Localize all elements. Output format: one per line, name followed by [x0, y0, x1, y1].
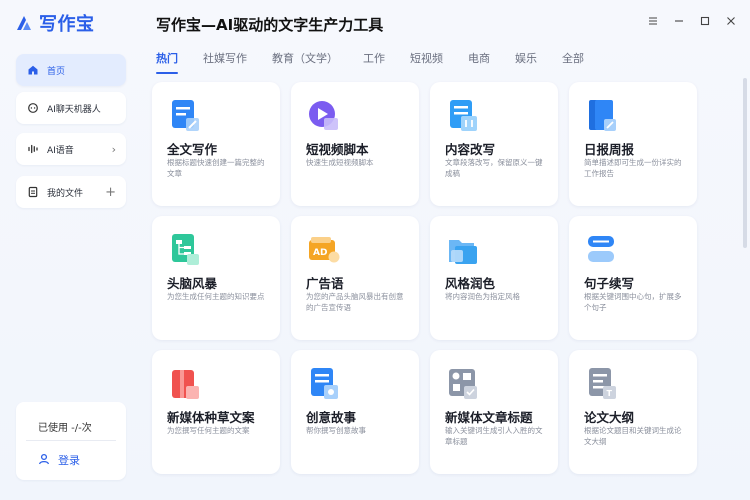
tool-card-title: 全文写作	[167, 142, 218, 157]
tool-card[interactable]: 日报周报 简单描述即可生成一份详实的工作报告	[569, 82, 697, 206]
svg-text:AD: AD	[313, 248, 327, 258]
minimize-icon[interactable]	[672, 14, 686, 28]
title-shapes-icon	[446, 366, 480, 402]
sidebar-item-ai-chat[interactable]: AI聊天机器人	[16, 92, 126, 124]
gift-book-icon	[168, 366, 202, 402]
tool-card[interactable]: 头脑风暴 为您生成任何主题的知识要点	[152, 216, 280, 340]
tool-card[interactable]: 短视频脚本 快速生成短视频脚本	[291, 82, 419, 206]
thesis-outline-icon: T	[585, 366, 619, 402]
scrollbar[interactable]	[743, 78, 747, 248]
document-pen-icon	[168, 98, 202, 134]
mindmap-icon	[168, 232, 202, 268]
tab-all[interactable]: 全部	[562, 50, 584, 74]
rewrite-icon	[446, 98, 480, 134]
folder-style-icon	[446, 232, 480, 268]
voice-wave-icon	[26, 142, 40, 156]
sidebar-item-label: 我的文件	[47, 188, 84, 199]
account-panel: 已使用 -/-次 登录	[16, 402, 126, 480]
home-icon	[26, 63, 40, 77]
tab-hot[interactable]: 热门	[156, 50, 178, 74]
tab-education[interactable]: 教育（文学）	[272, 50, 338, 74]
tool-card-title: 广告语	[306, 276, 344, 291]
tool-card-title: 句子续写	[584, 276, 635, 291]
tab-ecommerce[interactable]: 电商	[468, 50, 490, 74]
login-button[interactable]: 登录	[38, 452, 80, 468]
tool-card[interactable]: 创意故事 帮你撰写创意故事	[291, 350, 419, 474]
sidebar-item-ai-voice[interactable]: AI语音 ›	[16, 133, 126, 165]
tool-card-desc: 根据标题快速创建一篇完整的文章	[167, 158, 265, 178]
user-icon	[38, 453, 50, 468]
report-book-icon	[585, 98, 619, 134]
tool-card-title: 日报周报	[584, 142, 635, 157]
usage-count: 已使用 -/-次	[38, 423, 92, 434]
tool-card-desc: 简单描述即可生成一份详实的工作报告	[584, 158, 682, 178]
sidebar: 写作宝 首页 AI聊天机器人 AI语音 › 我的文件 + 已使用 -/-次 登录	[0, 0, 140, 500]
tool-card-title: 新媒体文章标题	[445, 410, 533, 425]
sidebar-item-label: 首页	[47, 66, 66, 77]
sidebar-item-my-files[interactable]: 我的文件 +	[16, 176, 126, 208]
tool-card-title: 头脑风暴	[167, 276, 218, 291]
menu-icon[interactable]	[646, 14, 660, 28]
sidebar-item-home[interactable]: 首页	[16, 54, 126, 86]
tab-work[interactable]: 工作	[363, 50, 385, 74]
tab-short-video[interactable]: 短视频	[410, 50, 443, 74]
tool-card[interactable]: 全文写作 根据标题快速创建一篇完整的文章	[152, 82, 280, 206]
tool-card-title: 内容改写	[445, 142, 496, 157]
tool-card-desc: 输入关键词生成引人入胜的文章标题	[445, 426, 543, 446]
logo-text: 写作宝	[39, 14, 95, 35]
tool-card-title: 风格润色	[445, 276, 496, 291]
tool-card[interactable]: T 论文大纲 根据论文题目和关键词生成论文大纲	[569, 350, 697, 474]
category-tabs: 热门 社媒写作 教育（文学） 工作 短视频 电商 娱乐 全部	[156, 50, 609, 74]
tool-card-desc: 根据关键词围中心句，扩展多个句子	[584, 292, 682, 312]
tool-card-desc: 为您生成任何主题的知识要点	[167, 292, 265, 301]
tool-card-title: 论文大纲	[584, 410, 635, 425]
app-window: 写作宝 首页 AI聊天机器人 AI语音 › 我的文件 + 已使用 -/-次 登录…	[0, 0, 750, 500]
chevron-right-icon: ›	[111, 142, 116, 156]
tool-card-title: 短视频脚本	[306, 142, 369, 157]
tool-card[interactable]: 内容改写 文章段落改写，保留原义一键成稿	[430, 82, 558, 206]
app-logo[interactable]: 写作宝	[14, 10, 95, 36]
tool-card-desc: 将内容润色为指定风格	[445, 292, 520, 301]
tool-card[interactable]: 句子续写 根据关键词围中心句，扩展多个句子	[569, 216, 697, 340]
chat-icon	[26, 101, 40, 115]
tool-card-desc: 文章段落改写，保留原义一键成稿	[445, 158, 543, 178]
story-icon	[307, 366, 341, 402]
tool-card-desc: 帮你撰写创意故事	[306, 426, 366, 435]
tab-social-writing[interactable]: 社媒写作	[203, 50, 247, 74]
logo-icon	[14, 13, 34, 33]
tool-card[interactable]: 新媒体种草文案 为您撰写任何主题的文案	[152, 350, 280, 474]
ad-icon: AD	[307, 232, 341, 268]
window-controls	[646, 14, 738, 28]
login-label: 登录	[58, 454, 80, 467]
tool-card-desc: 快速生成短视频脚本	[306, 158, 374, 167]
tool-card[interactable]: 新媒体文章标题 输入关键词生成引人入胜的文章标题	[430, 350, 558, 474]
file-icon	[26, 185, 40, 199]
video-play-icon	[307, 98, 341, 134]
page-title: 写作宝—AI驱动的文字生产力工具	[156, 16, 384, 34]
sidebar-item-label: AI语音	[47, 145, 74, 156]
tool-card-desc: 为您的产品头脑风暴出有创意的广告宣传语	[306, 292, 404, 312]
tool-card-desc: 根据论文题目和关键词生成论文大纲	[584, 426, 682, 446]
sentence-icon	[585, 232, 619, 268]
add-file-button[interactable]: +	[105, 185, 116, 200]
tool-card[interactable]: 风格润色 将内容润色为指定风格	[430, 216, 558, 340]
close-icon[interactable]	[724, 14, 738, 28]
maximize-icon[interactable]	[698, 14, 712, 28]
svg-text:T: T	[607, 389, 613, 398]
sidebar-item-label: AI聊天机器人	[47, 104, 101, 115]
tool-card-title: 新媒体种草文案	[167, 410, 255, 425]
tool-card-desc: 为您撰写任何主题的文案	[167, 426, 250, 435]
divider	[26, 440, 116, 441]
tab-entertainment[interactable]: 娱乐	[515, 50, 537, 74]
tool-card-title: 创意故事	[306, 410, 357, 425]
tool-card[interactable]: AD 广告语 为您的产品头脑风暴出有创意的广告宣传语	[291, 216, 419, 340]
